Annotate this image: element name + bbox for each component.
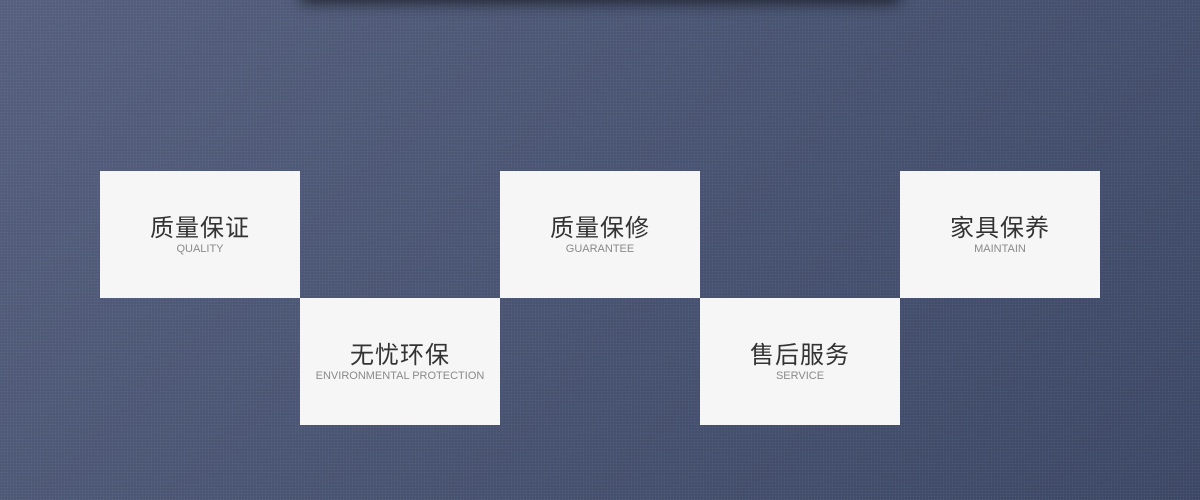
feature-title: 质量保修 [550,213,650,242]
feature-subtitle: SERVICE [775,369,825,382]
feature-subtitle: ENVIRONMENTAL PROTECTION [315,369,485,382]
feature-tile-maintain: 家具保养 MAINTAIN [900,171,1100,298]
feature-tile-guarantee: 质量保修 GUARANTEE [500,171,700,298]
feature-subtitle: MAINTAIN [974,242,1026,255]
feature-title: 售后服务 [750,340,850,369]
feature-tile-quality: 质量保证 QUALITY [100,171,300,298]
feature-subtitle: GUARANTEE [565,242,635,255]
feature-tile-environmental: 无忧环保 ENVIRONMENTAL PROTECTION [300,298,500,425]
feature-title: 质量保证 [150,213,250,242]
feature-title: 无忧环保 [350,340,450,369]
feature-subtitle: QUALITY [176,242,224,255]
feature-title: 家具保养 [950,213,1050,242]
feature-tile-service: 售后服务 SERVICE [700,298,900,425]
